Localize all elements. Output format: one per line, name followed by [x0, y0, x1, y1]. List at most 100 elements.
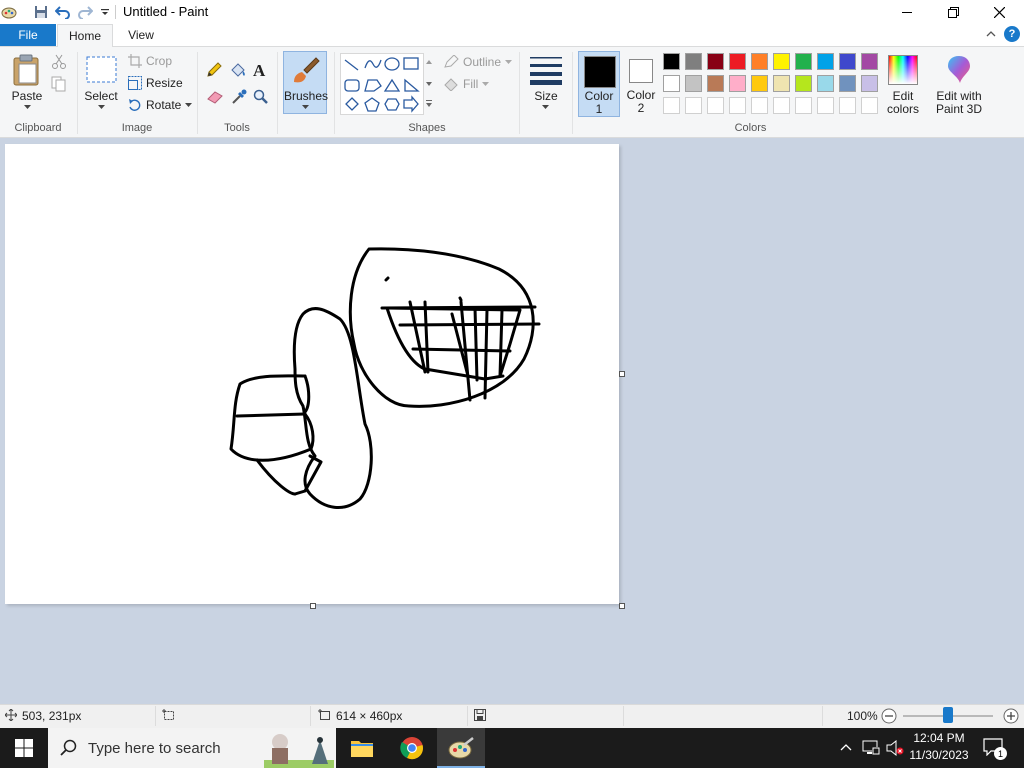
select-button[interactable]: Select — [82, 52, 120, 118]
outline-button[interactable]: Outline — [443, 55, 513, 69]
minimize-ribbon-icon[interactable] — [985, 28, 997, 43]
palette-custom-slot[interactable] — [861, 97, 878, 114]
palette-color-swatch[interactable] — [861, 53, 878, 70]
paint-app-icon[interactable] — [0, 3, 18, 21]
drawing-canvas[interactable] — [5, 144, 619, 604]
paint-taskbar-button[interactable] — [437, 728, 485, 768]
palette-color-swatch[interactable] — [839, 53, 856, 70]
palette-custom-slot[interactable] — [663, 97, 680, 114]
palette-color-swatch[interactable] — [751, 75, 768, 92]
resize-handle-corner[interactable] — [619, 603, 625, 609]
show-hidden-icons-icon[interactable] — [840, 742, 852, 752]
volume-muted-icon[interactable] — [886, 740, 904, 756]
undo-icon[interactable] — [54, 3, 72, 21]
shapes-gallery[interactable] — [340, 53, 424, 115]
crop-button[interactable]: Crop — [128, 54, 172, 68]
palette-color-swatch[interactable] — [795, 75, 812, 92]
palette-color-swatch[interactable] — [729, 75, 746, 92]
palette-custom-slot[interactable] — [685, 97, 702, 114]
paint3d-icon — [948, 56, 970, 83]
palette-color-swatch[interactable] — [707, 75, 724, 92]
magnifier-icon[interactable] — [253, 89, 269, 108]
eraser-icon[interactable] — [206, 90, 224, 107]
size-button[interactable]: Size — [526, 52, 566, 116]
zoom-slider-thumb[interactable] — [943, 707, 953, 723]
palette-custom-slot[interactable] — [817, 97, 834, 114]
text-tool-icon[interactable]: A — [253, 61, 265, 81]
clock-date[interactable]: 11/30/2023 — [906, 748, 972, 762]
fill-dropdown-icon — [482, 81, 490, 86]
palette-custom-slot[interactable] — [773, 97, 790, 114]
minimize-button[interactable] — [884, 0, 930, 24]
start-button[interactable] — [0, 728, 48, 768]
fill-button[interactable]: Fill — [443, 77, 490, 91]
close-button[interactable] — [976, 0, 1022, 24]
palette-color-swatch[interactable] — [839, 75, 856, 92]
palette-color-swatch[interactable] — [861, 75, 878, 92]
tab-file[interactable]: File — [0, 24, 56, 46]
palette-custom-slot[interactable] — [707, 97, 724, 114]
resize-handle-right[interactable] — [619, 371, 625, 377]
fill-label: Fill — [463, 77, 479, 91]
edit-colors-icon — [888, 55, 918, 85]
cut-icon[interactable] — [51, 54, 67, 73]
clock-time[interactable]: 12:04 PM — [906, 731, 972, 745]
palette-custom-slot[interactable] — [795, 97, 812, 114]
color-picker-icon[interactable] — [231, 89, 247, 108]
taskbar-search-box[interactable]: Type here to search — [48, 728, 336, 768]
clipboard-group-label: Clipboard — [14, 122, 62, 134]
resize-handle-bottom[interactable] — [310, 603, 316, 609]
customize-quick-access-icon[interactable] — [96, 3, 114, 21]
shapes-scroll-icons[interactable] — [425, 58, 433, 112]
fill-bucket-icon[interactable] — [229, 62, 247, 81]
palette-color-swatch[interactable] — [685, 53, 702, 70]
tab-view[interactable]: View — [115, 24, 167, 46]
save-icon[interactable] — [32, 3, 50, 21]
palette-custom-slot[interactable] — [751, 97, 768, 114]
palette-color-swatch[interactable] — [707, 53, 724, 70]
cursor-position: 503, 231px — [22, 709, 82, 723]
brush-icon — [294, 57, 320, 83]
outline-label: Outline — [463, 55, 502, 69]
zoom-out-button[interactable] — [881, 708, 897, 727]
rotate-icon — [129, 99, 141, 111]
resize-button[interactable]: Resize — [128, 76, 183, 90]
palette-color-swatch[interactable] — [663, 75, 680, 92]
palette-color-swatch[interactable] — [817, 75, 834, 92]
rotate-button[interactable]: Rotate — [128, 98, 193, 112]
paste-label: Paste — [11, 89, 43, 103]
color1-button[interactable]: Color 1 — [578, 51, 620, 117]
edit-colors-button[interactable]: Edit colors — [884, 52, 922, 118]
palette-color-swatch[interactable] — [751, 53, 768, 70]
color2-swatch — [629, 59, 653, 83]
outline-icon — [444, 55, 459, 68]
selection-size-icon — [162, 709, 175, 724]
zoom-in-button[interactable] — [1003, 708, 1019, 727]
edit-with-paint3d-button[interactable]: Edit with Paint 3D — [927, 52, 991, 118]
color2-button[interactable]: Color 2 — [621, 51, 661, 117]
brushes-button[interactable]: Brushes — [283, 51, 328, 114]
palette-color-swatch[interactable] — [773, 75, 790, 92]
pencil-icon[interactable] — [206, 62, 222, 81]
redo-icon[interactable] — [76, 3, 94, 21]
restore-button[interactable] — [930, 0, 976, 24]
palette-custom-slot[interactable] — [729, 97, 746, 114]
copy-icon[interactable] — [51, 76, 67, 95]
tools-group-label: Tools — [224, 122, 250, 134]
paste-button[interactable]: Paste — [6, 52, 48, 118]
tab-home[interactable]: Home — [57, 24, 113, 47]
palette-color-swatch[interactable] — [685, 75, 702, 92]
palette-color-swatch[interactable] — [729, 53, 746, 70]
chrome-button[interactable] — [392, 728, 432, 768]
palette-color-swatch[interactable] — [817, 53, 834, 70]
palette-color-swatch[interactable] — [795, 53, 812, 70]
palette-custom-slot[interactable] — [839, 97, 856, 114]
palette-color-swatch[interactable] — [773, 53, 790, 70]
file-size-icon — [474, 709, 486, 724]
palette-color-swatch[interactable] — [663, 53, 680, 70]
file-explorer-button[interactable] — [342, 728, 382, 768]
notifications-button[interactable]: 1 — [983, 738, 1007, 760]
network-icon[interactable] — [862, 740, 880, 756]
window-title: Untitled - Paint — [123, 4, 209, 19]
help-icon[interactable]: ? — [1004, 26, 1020, 42]
